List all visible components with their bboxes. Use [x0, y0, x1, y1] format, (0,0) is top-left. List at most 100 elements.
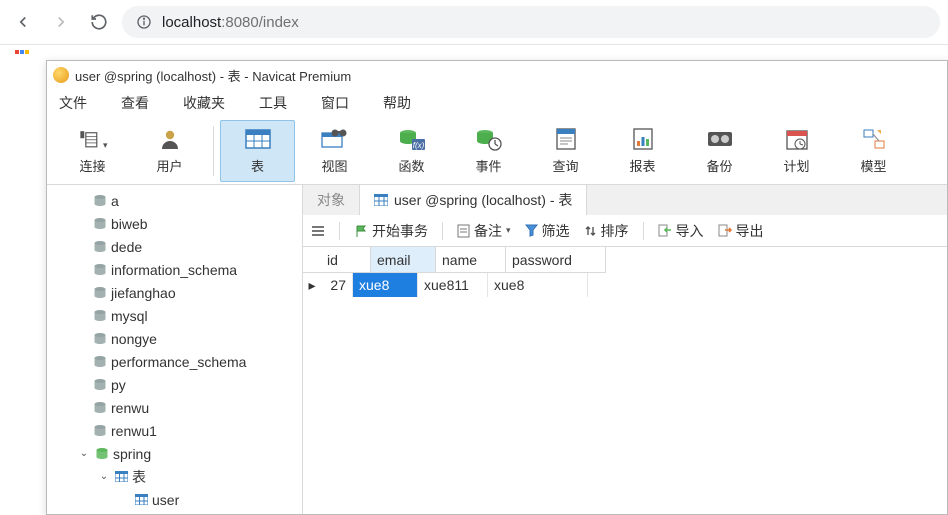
- app-icon: [53, 67, 69, 83]
- tree-database-open[interactable]: ⌄ spring: [47, 442, 302, 465]
- tree-item-label: renwu1: [111, 423, 157, 439]
- tree-database[interactable]: biweb: [47, 212, 302, 235]
- tree-database[interactable]: nongye: [47, 327, 302, 350]
- toolbar-function[interactable]: f(x) 函数: [374, 120, 449, 182]
- data-grid[interactable]: id email name password ▸ 27 xue8 xue811 …: [303, 247, 947, 297]
- tree-item-label: nongye: [111, 331, 157, 347]
- database-icon: [93, 194, 107, 207]
- tree-item-label: a: [111, 193, 119, 209]
- note-icon: [457, 224, 470, 238]
- menu-file[interactable]: 文件: [53, 90, 93, 116]
- memo-button[interactable]: 备注 ▾: [457, 221, 511, 241]
- database-icon: [93, 401, 107, 414]
- start-transaction-button[interactable]: 开始事务: [354, 221, 428, 241]
- tree-table[interactable]: user: [47, 488, 302, 511]
- titlebar[interactable]: user @spring (localhost) - 表 - Navicat P…: [47, 61, 947, 89]
- row-indicator-icon: ▸: [303, 273, 321, 297]
- import-icon: [658, 224, 672, 237]
- tree-database[interactable]: jiefanghao: [47, 281, 302, 304]
- action-bar: 开始事务 备注 ▾ 筛选 排序: [303, 215, 947, 247]
- tab-table-editor[interactable]: user @spring (localhost) - 表: [360, 185, 587, 215]
- tree-database[interactable]: performance_schema: [47, 350, 302, 373]
- funnel-icon: [525, 224, 538, 237]
- cell-name[interactable]: xue811: [418, 273, 488, 297]
- toolbar-divider: [213, 126, 214, 176]
- database-icon: [93, 378, 107, 391]
- toolbar-table[interactable]: 表: [220, 120, 295, 182]
- filter-button[interactable]: 筛选: [525, 221, 570, 241]
- browser-toolbar: localhost:8080/index: [0, 0, 948, 45]
- menu-help[interactable]: 帮助: [377, 90, 417, 116]
- tree-item-label: mysql: [111, 308, 148, 324]
- column-name[interactable]: name: [436, 247, 506, 273]
- apps-icon[interactable]: [0, 45, 948, 59]
- tree-item-label: jiefanghao: [111, 285, 176, 301]
- cell-email[interactable]: xue8: [353, 273, 418, 297]
- tree-item-label: spring: [113, 446, 151, 462]
- toolbar-model[interactable]: 模型: [836, 120, 911, 182]
- grid-header: id email name password: [303, 247, 947, 273]
- menu-tools[interactable]: 工具: [253, 90, 293, 116]
- tree-item-label: performance_schema: [111, 354, 246, 370]
- table-row[interactable]: ▸ 27 xue8 xue811 xue8: [303, 273, 947, 297]
- database-icon: [93, 309, 107, 322]
- tab-objects[interactable]: 对象: [303, 185, 360, 215]
- tree-database[interactable]: py: [47, 373, 302, 396]
- database-icon: [93, 217, 107, 230]
- navicat-window: user @spring (localhost) - 表 - Navicat P…: [46, 60, 948, 515]
- toolbar-backup[interactable]: 备份: [682, 120, 757, 182]
- table-icon: [115, 471, 128, 482]
- toolbar-view[interactable]: 视图: [297, 120, 372, 182]
- database-icon: [95, 447, 109, 460]
- database-icon: [93, 286, 107, 299]
- toolbar-event[interactable]: 事件: [451, 120, 526, 182]
- column-email[interactable]: email: [371, 247, 436, 273]
- column-password[interactable]: password: [506, 247, 606, 273]
- toolbar-connection[interactable]: ▾ 连接: [55, 120, 130, 182]
- import-button[interactable]: 导入: [658, 221, 704, 241]
- cell-password[interactable]: xue8: [488, 273, 588, 297]
- column-id[interactable]: id: [321, 247, 371, 273]
- toolbar-schedule[interactable]: 计划: [759, 120, 834, 182]
- url-host: localhost: [162, 14, 221, 31]
- tree-item-label: information_schema: [111, 262, 237, 278]
- tree-item-label: 表: [132, 467, 146, 487]
- tree-database[interactable]: renwu: [47, 396, 302, 419]
- tree-database[interactable]: dede: [47, 235, 302, 258]
- collapse-icon[interactable]: ⌄: [77, 448, 91, 459]
- export-icon: [718, 224, 732, 237]
- database-icon: [93, 263, 107, 276]
- tree-database[interactable]: a: [47, 189, 302, 212]
- svg-text:f(x): f(x): [412, 141, 424, 150]
- toolbar-query[interactable]: 查询: [528, 120, 603, 182]
- tree-item-label: user: [152, 492, 179, 508]
- collapse-icon[interactable]: ⌄: [97, 471, 111, 482]
- menu-window[interactable]: 窗口: [315, 90, 355, 116]
- site-info-icon[interactable]: [136, 14, 152, 30]
- tree-database[interactable]: information_schema: [47, 258, 302, 281]
- database-icon: [93, 240, 107, 253]
- toolbar-report[interactable]: 报表: [605, 120, 680, 182]
- database-tree[interactable]: a biwebdede information_schema jiefanghao my…: [47, 185, 303, 514]
- menu-view[interactable]: 查看: [115, 90, 155, 116]
- table-icon: [374, 194, 388, 206]
- forward-button[interactable]: [46, 7, 76, 37]
- tree-database[interactable]: renwu1: [47, 419, 302, 442]
- tree-tables-group[interactable]: ⌄表: [47, 465, 302, 488]
- reload-button[interactable]: [84, 7, 114, 37]
- menu-toggle-button[interactable]: [311, 225, 325, 237]
- toolbar-user[interactable]: 用户: [132, 120, 207, 182]
- database-icon: [93, 332, 107, 345]
- export-button[interactable]: 导出: [718, 221, 764, 241]
- sort-button[interactable]: 排序: [584, 221, 629, 241]
- url-bar[interactable]: localhost:8080/index: [122, 6, 940, 38]
- database-icon: [93, 355, 107, 368]
- tree-item-label: renwu: [111, 400, 149, 416]
- menubar: 文件 查看 收藏夹 工具 窗口 帮助: [47, 89, 947, 117]
- tab-strip: 对象 user @spring (localhost) - 表: [303, 185, 947, 215]
- back-button[interactable]: [8, 7, 38, 37]
- database-icon: [93, 424, 107, 437]
- cell-id[interactable]: 27: [321, 273, 353, 297]
- menu-favorites[interactable]: 收藏夹: [177, 90, 231, 116]
- tree-database[interactable]: mysql: [47, 304, 302, 327]
